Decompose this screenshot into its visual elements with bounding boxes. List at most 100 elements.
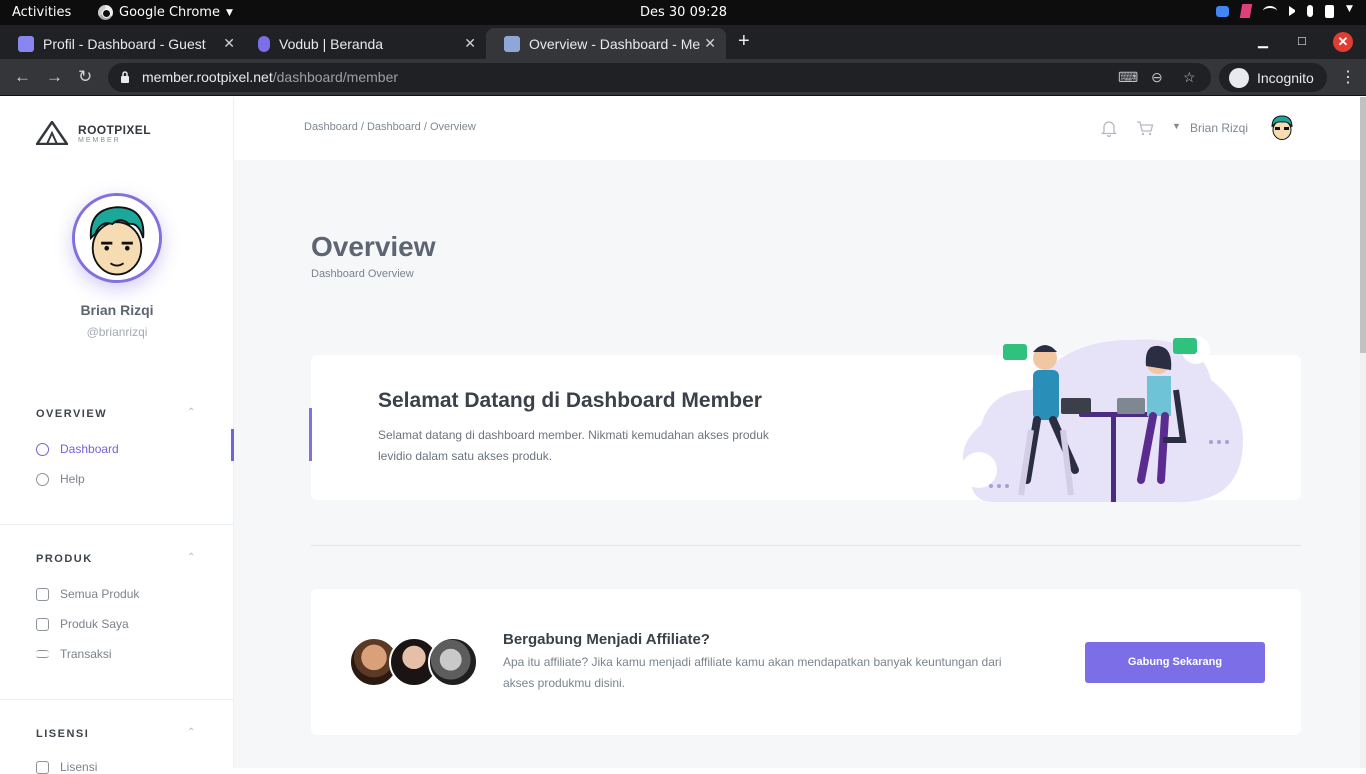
microphone-icon[interactable]: [1307, 5, 1313, 17]
box-icon: [36, 587, 49, 601]
page-header: Dashboard / Dashboard / Overview ▼ Brian…: [234, 97, 1360, 160]
brand-logo[interactable]: ROOTPIXEL MEMBER: [36, 121, 151, 145]
face-image-3: [428, 637, 478, 687]
wifi-icon[interactable]: [1263, 6, 1277, 16]
system-tray[interactable]: ▼: [1216, 4, 1356, 18]
chevron-down-icon[interactable]: ▼: [1172, 121, 1181, 131]
avatar[interactable]: [72, 193, 162, 283]
address-bar[interactable]: member.rootpixel.net/dashboard/member ⌨ …: [108, 63, 1211, 92]
chevron-up-icon[interactable]: ⌃: [187, 727, 195, 738]
battery-icon[interactable]: [1325, 4, 1334, 18]
profile-handle: @brianrizqi: [86, 325, 148, 339]
sidebar-item-lisensi[interactable]: Lisensi: [36, 760, 97, 774]
bell-icon[interactable]: [1100, 119, 1118, 137]
affiliate-title: Bergabung Menjadi Affiliate?: [503, 631, 710, 648]
cart-icon[interactable]: [1136, 119, 1154, 137]
page-title: Overview: [311, 231, 436, 262]
avatar-illustration: [75, 196, 159, 280]
section-overview-title[interactable]: OVERVIEW: [36, 408, 107, 420]
back-icon[interactable]: ←: [14, 67, 31, 87]
zoom-icon[interactable]: ⊖: [1151, 69, 1163, 86]
card-accent-bar: [309, 408, 312, 461]
sidebar-item-semua-produk[interactable]: Semua Produk: [36, 587, 139, 601]
chevron-down-icon: ▼: [225, 7, 233, 18]
page-scrollbar[interactable]: [1360, 97, 1366, 768]
bookmark-star-icon[interactable]: ☆: [1183, 69, 1196, 86]
app-tray-icon[interactable]: [1239, 4, 1253, 18]
brand-name: ROOTPIXEL: [78, 122, 151, 137]
welcome-description: Selamat datang di dashboard member. Nikm…: [378, 428, 769, 463]
incognito-icon: [1229, 67, 1249, 88]
affiliate-description: Apa itu affiliate? Jika kamu menjadi aff…: [503, 655, 1002, 690]
tab-title: Overview - Dashboard - Member: [529, 35, 701, 52]
forward-icon[interactable]: →: [46, 67, 63, 87]
sidebar-item-label: Semua Produk: [60, 587, 140, 601]
activities-button[interactable]: Activities: [12, 5, 71, 20]
sidebar-item-label: Produk Saya: [60, 617, 129, 631]
video-icon[interactable]: [1216, 5, 1229, 17]
section-produk-title[interactable]: PRODUK: [36, 553, 93, 565]
sidebar-item-help[interactable]: Help: [36, 472, 85, 486]
tab-profil[interactable]: Profil - Dashboard - Guest ✕: [0, 28, 245, 59]
sidebar-divider: [0, 524, 234, 525]
transfer-icon: [36, 650, 49, 658]
section-lisensi-title[interactable]: LISENSI: [36, 728, 89, 740]
header-user-name[interactable]: Brian Rizqi: [1190, 121, 1248, 135]
translate-icon[interactable]: ⌨: [1118, 69, 1138, 86]
lock-icon: [121, 71, 129, 83]
chevron-up-icon[interactable]: ⌃: [187, 407, 195, 418]
brand-sub: MEMBER: [78, 136, 121, 144]
chrome-icon: [98, 5, 113, 20]
reload-icon[interactable]: ↻: [78, 67, 92, 87]
sidebar-item-produk-saya[interactable]: Produk Saya: [36, 617, 129, 631]
browser-toolbar: ← → ↻ member.rootpixel.net/dashboard/mem…: [0, 59, 1366, 96]
minimize-icon[interactable]: ▁: [1258, 33, 1268, 49]
chevron-up-icon[interactable]: ⌃: [187, 552, 195, 563]
app-name: Google Chrome: [119, 5, 220, 20]
meeting-illustration: [961, 336, 1243, 503]
close-tab-icon[interactable]: ✕: [704, 35, 716, 52]
url-text[interactable]: member.rootpixel.net/dashboard/member: [142, 69, 398, 85]
gauge-icon: [36, 442, 49, 456]
sidebar-item-label: Transaksi: [60, 647, 112, 661]
join-affiliate-button[interactable]: Gabung Sekarang: [1085, 642, 1265, 683]
sidebar-item-label: Lisensi: [60, 760, 98, 774]
tab-overview[interactable]: Overview - Dashboard - Member ✕: [486, 28, 726, 59]
help-icon: [36, 472, 49, 486]
sidebar-item-transaksi[interactable]: Transaksi: [36, 647, 112, 661]
header-avatar[interactable]: [1268, 113, 1296, 141]
browser-tab-strip: Profil - Dashboard - Guest ✕ Vodub | Ber…: [0, 25, 1366, 59]
tab-vodub[interactable]: Vodub | Beranda ✕: [240, 28, 486, 59]
welcome-title: Selamat Datang di Dashboard Member: [378, 389, 762, 412]
incognito-badge[interactable]: Incognito: [1219, 63, 1327, 92]
sidebar-item-label: Dashboard: [60, 442, 119, 456]
avatar-illustration: [1268, 113, 1296, 141]
tab-title: Profil - Dashboard - Guest: [43, 35, 206, 52]
affiliate-card: Bergabung Menjadi Affiliate? Apa itu aff…: [311, 589, 1301, 735]
clock[interactable]: Des 30 09:28: [640, 5, 727, 20]
product-icon: [36, 617, 49, 631]
close-window-icon[interactable]: ✕: [1333, 32, 1353, 52]
license-icon: [36, 760, 49, 774]
tab-title: Vodub | Beranda: [279, 35, 384, 52]
sidebar-item-dashboard[interactable]: Dashboard: [36, 442, 119, 456]
favicon-icon: [18, 35, 34, 52]
main-content: Dashboard / Dashboard / Overview ▼ Brian…: [234, 97, 1360, 768]
close-tab-icon[interactable]: ✕: [223, 35, 235, 52]
rootpixel-logo-icon: [36, 121, 68, 145]
close-tab-icon[interactable]: ✕: [464, 35, 476, 52]
volume-icon[interactable]: [1289, 6, 1295, 16]
browser-menu-icon[interactable]: ⋮: [1340, 67, 1356, 87]
scrollbar-thumb[interactable]: [1360, 97, 1366, 353]
profile-name: Brian Rizqi: [80, 302, 154, 318]
system-top-bar: Activities Google Chrome ▼ Des 30 09:28 …: [0, 0, 1366, 25]
chevron-down-icon[interactable]: ▼: [1346, 4, 1356, 18]
sidebar-item-label: Help: [60, 472, 85, 486]
app-menu[interactable]: Google Chrome ▼: [98, 5, 233, 20]
incognito-label: Incognito: [1257, 69, 1314, 86]
sidebar-divider: [0, 699, 234, 700]
affiliate-faces: [349, 637, 481, 689]
breadcrumb[interactable]: Dashboard / Dashboard / Overview: [304, 121, 476, 133]
new-tab-icon[interactable]: +: [738, 30, 750, 53]
maximize-icon[interactable]: □: [1298, 33, 1306, 48]
